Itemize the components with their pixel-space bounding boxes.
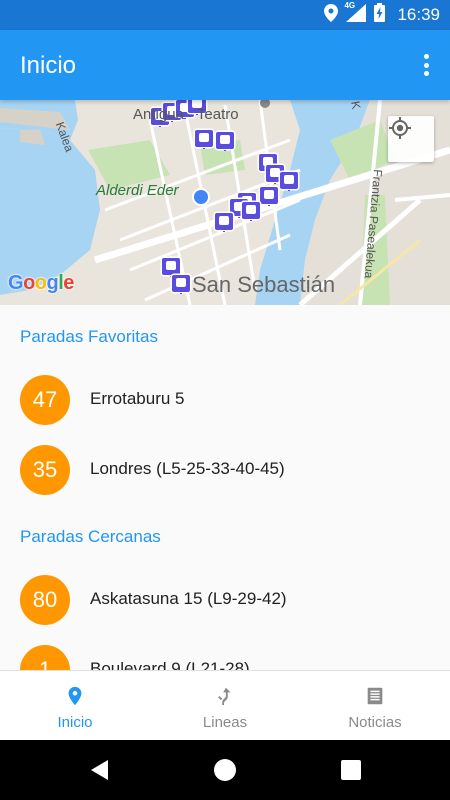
nav-label: Lineas <box>202 714 248 731</box>
page-title: Inicio <box>20 52 77 79</box>
news-icon <box>364 685 386 707</box>
nearby-stop-row[interactable]: 1 Boulevard 9 (L21-28) <box>0 640 450 670</box>
bus-stop-marker[interactable] <box>172 275 190 297</box>
bottom-navigation: Inicio Lineas Noticias <box>0 670 450 740</box>
back-icon[interactable] <box>88 758 112 782</box>
favorite-stop-row[interactable]: 47 Errotaburu 5 <box>0 370 450 430</box>
stop-number-badge: 35 <box>20 445 70 495</box>
bus-stop-marker[interactable] <box>195 130 213 152</box>
signal-icon: 4G <box>344 0 367 27</box>
screen: 4G 16:39 Inicio Antigua - Teatro Alderdi… <box>0 0 450 800</box>
nearby-stop-row[interactable]: 80 Askatasuna 15 (L9-29-42) <box>0 570 450 630</box>
recents-icon[interactable] <box>339 758 363 782</box>
bus-stop-marker[interactable] <box>260 187 278 209</box>
system-navigation-bar <box>0 740 450 800</box>
nav-item-noticias[interactable]: Noticias <box>300 671 450 741</box>
overflow-dot <box>423 54 429 59</box>
battery-charging-icon <box>374 3 386 27</box>
nav-item-lineas[interactable]: Lineas <box>150 671 300 741</box>
bus-stop-marker[interactable] <box>215 213 233 235</box>
map-label-alderdi: Alderdi Eder <box>96 182 179 199</box>
stop-name: Boulevard 9 (L21-28) <box>90 659 250 670</box>
directions-icon <box>214 685 236 707</box>
map-label-city: San Sebastián <box>192 272 336 297</box>
stop-number-badge: 80 <box>20 575 70 625</box>
place-icon <box>64 685 86 707</box>
stop-name: Londres (L5-25-33-40-45) <box>90 459 285 478</box>
network-type: 4G <box>344 0 356 10</box>
stop-name: Errotaburu 5 <box>90 389 185 408</box>
bus-stop-marker[interactable] <box>216 132 234 154</box>
status-bar: 4G 16:39 <box>0 0 450 30</box>
stop-number-badge: 47 <box>20 375 70 425</box>
google-logo: Google <box>8 272 74 294</box>
app-bar: Inicio <box>0 30 450 100</box>
my-location-button[interactable] <box>388 116 434 162</box>
favorites-header: Paradas Favoritas <box>20 327 158 346</box>
bus-stop-marker[interactable] <box>242 202 260 224</box>
map-view[interactable]: Antigua - Teatro Alderdi Eder San Sebast… <box>0 100 450 305</box>
stop-name: Askatasuna 15 (L9-29-42) <box>90 589 287 608</box>
bus-stop-marker[interactable] <box>280 172 298 194</box>
map-label-teatro: Antigua - Teatro <box>133 106 239 123</box>
status-time: 16:39 <box>397 5 440 24</box>
nav-item-inicio[interactable]: Inicio <box>0 671 150 741</box>
stops-list: Paradas Favoritas 47 Errotaburu 5 35 Lon… <box>0 305 450 670</box>
nav-label: Inicio <box>57 714 93 731</box>
nav-label: Noticias <box>348 714 402 731</box>
nearby-header: Paradas Cercanas <box>20 527 161 546</box>
stop-number-badge: 1 <box>20 645 70 670</box>
overflow-dot <box>423 71 429 76</box>
favorite-stop-row[interactable]: 35 Londres (L5-25-33-40-45) <box>0 440 450 500</box>
home-icon[interactable] <box>213 758 237 782</box>
status-icons: 4G 16:39 <box>324 0 440 30</box>
location-status-icon <box>324 3 339 27</box>
more-vert-icon[interactable] <box>414 52 438 78</box>
overflow-dot <box>423 62 429 68</box>
